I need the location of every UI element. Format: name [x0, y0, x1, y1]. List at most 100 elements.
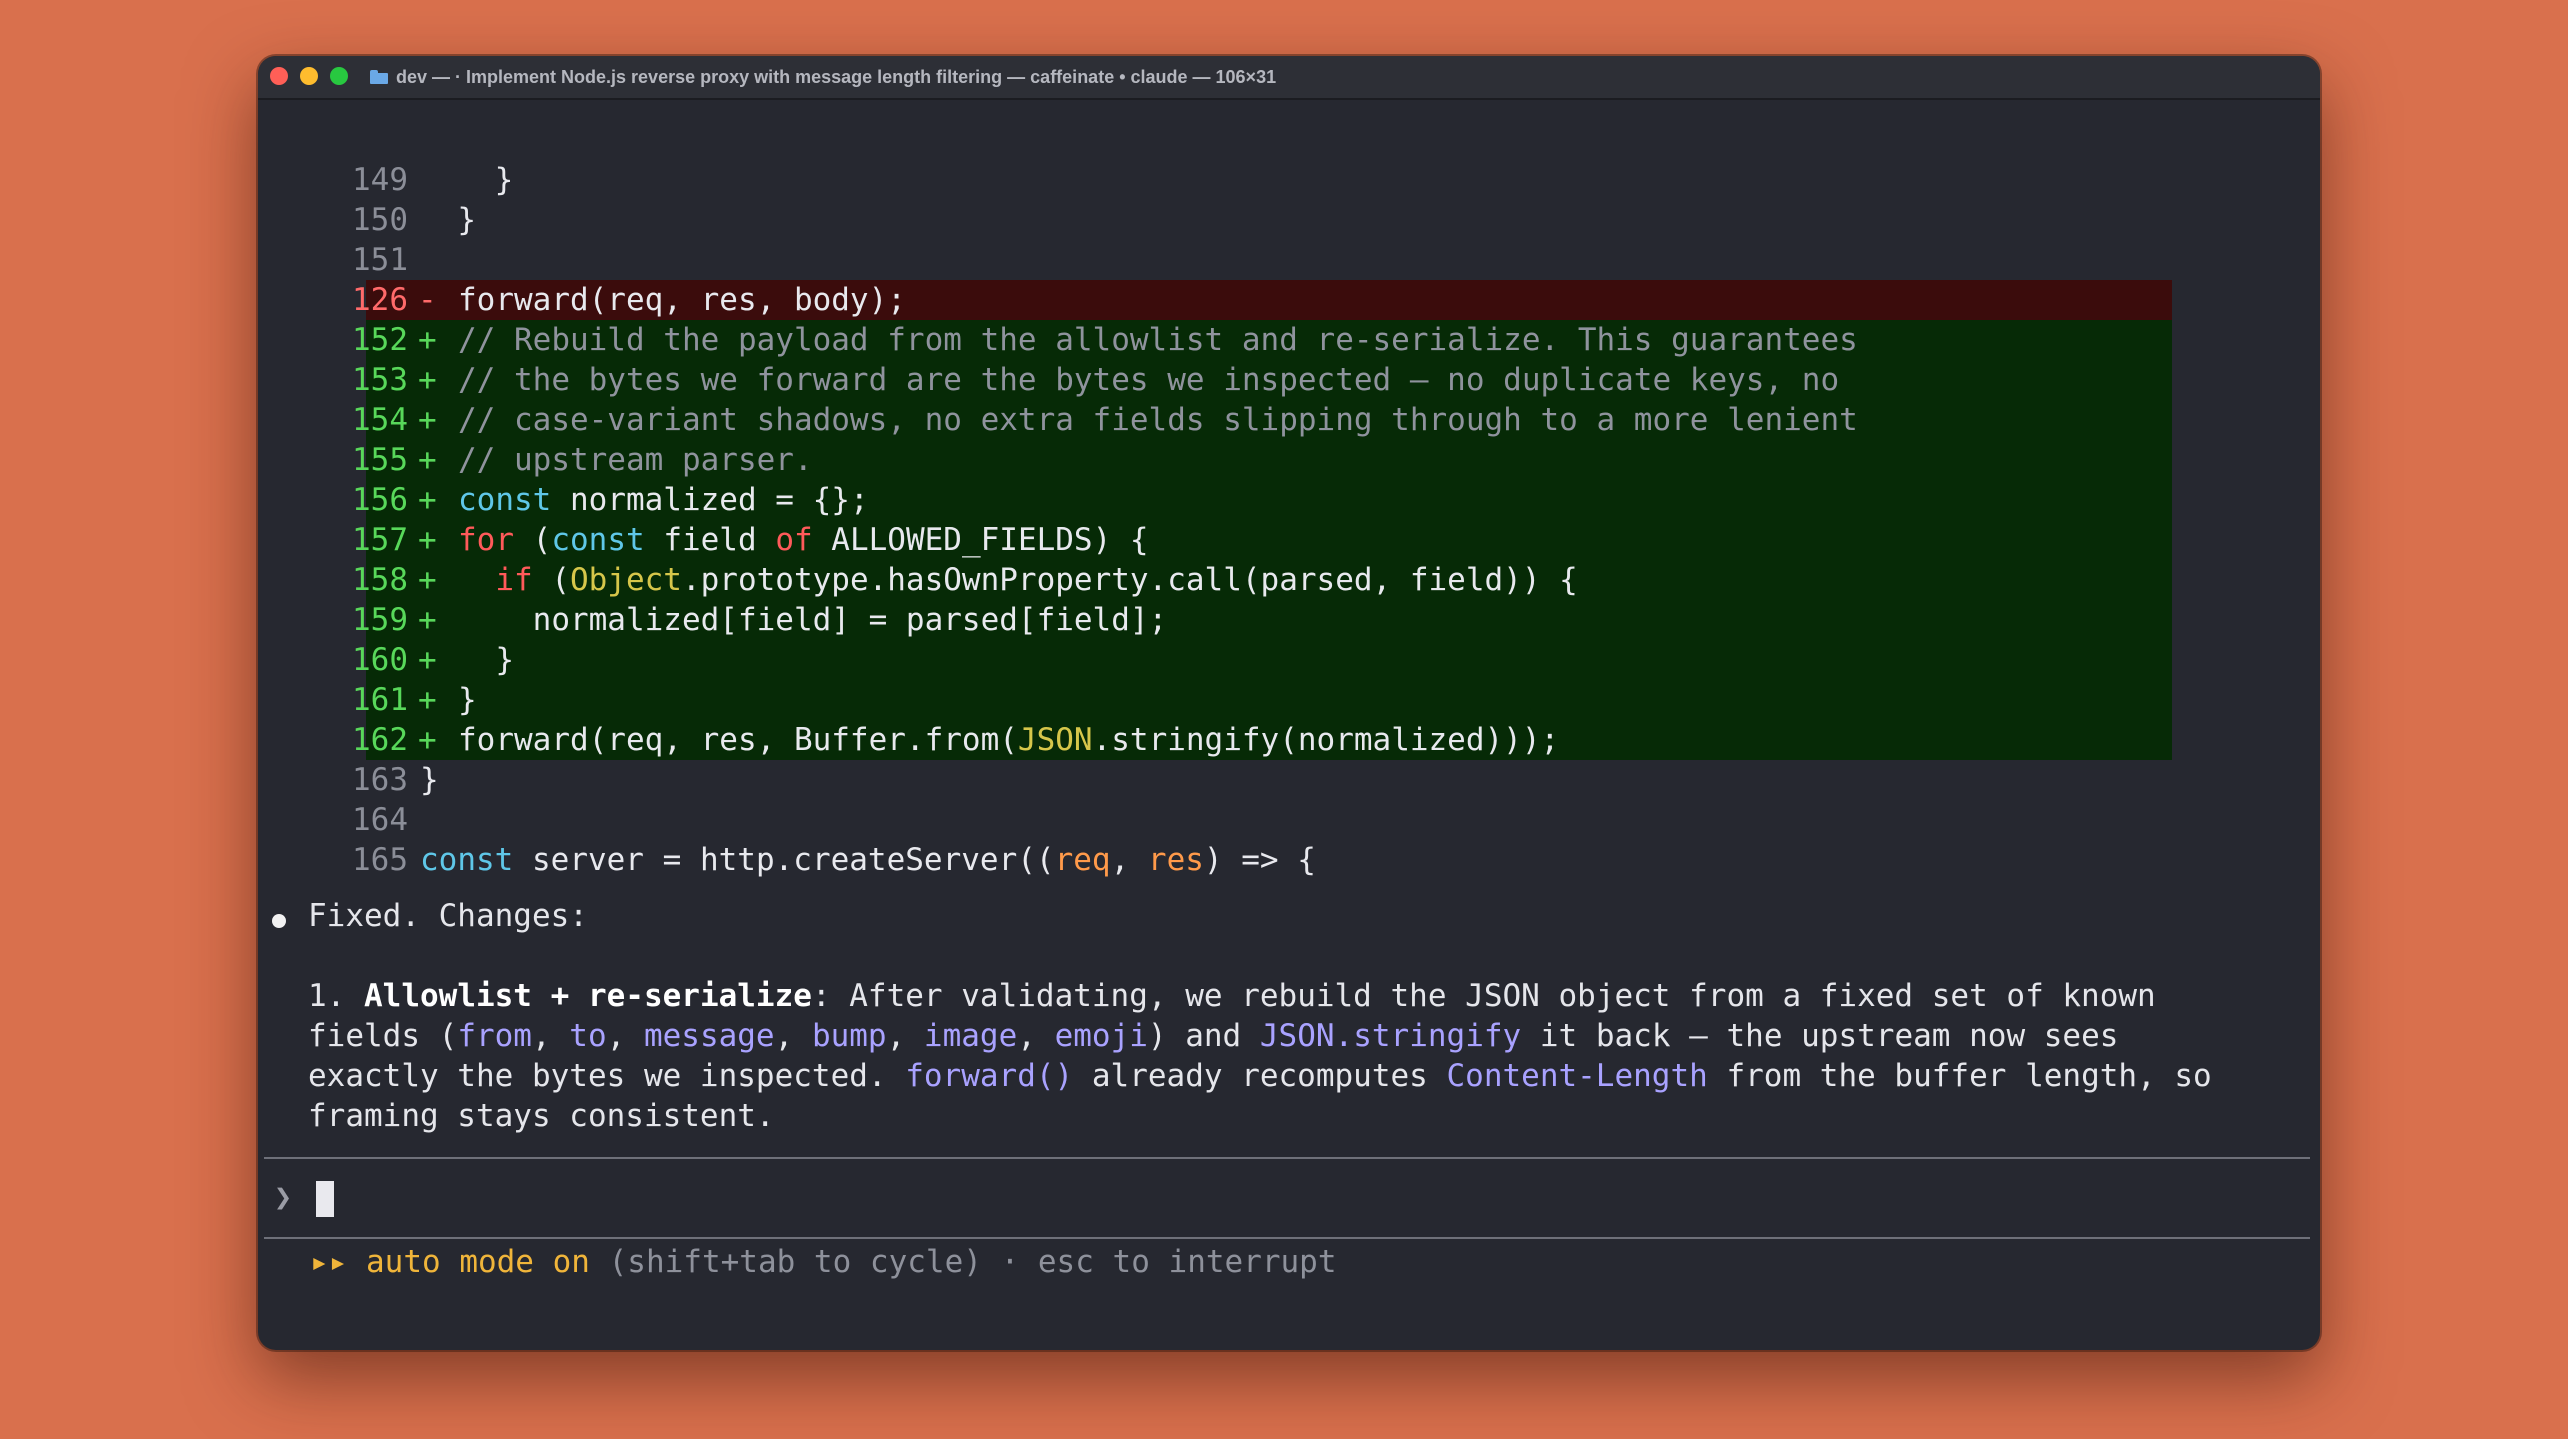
code-token: normalized[field] = parsed[field]; — [458, 602, 1168, 638]
code-token: field — [644, 522, 776, 558]
line-number: 163 — [352, 762, 408, 798]
code-text: forward(req, res, Buffer.from(JSON.strin… — [458, 720, 1559, 760]
diff-line-removed: 126- forward(req, res, body); — [352, 280, 2172, 320]
diff-line-context: 149 } — [352, 160, 2172, 200]
code-token: } — [420, 162, 514, 198]
code-token: Object — [569, 562, 682, 598]
bold-text: Allowlist + re-serialize — [364, 978, 812, 1014]
code-token: JSON — [1017, 722, 1093, 758]
diff-line-added: 152 + // Rebuild the payload from the allo… — [352, 320, 2172, 360]
message-line-text: framing stays consistent. — [308, 1096, 775, 1136]
line-number: 126 — [352, 282, 408, 318]
diff-sign: + — [418, 442, 437, 478]
code-token: server = http.createServer(( — [513, 842, 1055, 878]
diff-sign: + — [418, 522, 437, 558]
diff-line-added: 158 + if (Object.prototype.hasOwnProperty… — [352, 560, 2172, 600]
code-token: normalized = {}; — [551, 482, 869, 518]
line-number: 152 — [352, 322, 408, 358]
code-token: } — [458, 682, 477, 718]
message-line-text: 1. Allowlist + re-serialize: After valid… — [308, 976, 2156, 1016]
diff-sign: + — [418, 682, 437, 718]
inline-code: bump — [811, 1018, 887, 1054]
code-token: forward(req, res, Buffer.from( — [458, 722, 1018, 758]
diff-line-added: 153 + // the bytes we forward are the byte… — [352, 360, 2172, 400]
diff-line-context: 164 — [352, 800, 2172, 840]
code-text: const normalized = {}; — [458, 480, 869, 520]
close-window-button[interactable] — [270, 67, 288, 85]
inline-code: forward() — [905, 1058, 1074, 1094]
inline-code: from — [457, 1018, 532, 1054]
diff-sign: + — [418, 602, 437, 638]
inline-code: emoji — [1054, 1018, 1148, 1054]
code-token: ( — [532, 562, 570, 598]
diff-sign: + — [418, 362, 437, 398]
message-text: already recomputes — [1073, 1058, 1447, 1094]
diff-line-added: 160 + } — [352, 640, 2172, 680]
mode-hint: (shift+tab to cycle) · esc to interrupt — [589, 1244, 1337, 1280]
code-token: ) => { — [1203, 842, 1316, 878]
window-title-text: dev — · Implement Node.js reverse proxy … — [396, 66, 1277, 87]
line-number: 154 — [352, 402, 408, 438]
code-token: } — [420, 762, 439, 798]
zoom-window-button[interactable] — [330, 67, 348, 85]
prompt-divider-bottom — [264, 1237, 2310, 1239]
diff-sign: + — [418, 642, 437, 678]
line-number: 162 — [352, 722, 408, 758]
diff-line-added: 157 + for (const field of ALLOWED_FIELDS) … — [352, 520, 2172, 560]
code-text: for (const field of ALLOWED_FIELDS) { — [458, 520, 1149, 560]
message-text: , — [531, 1018, 570, 1054]
code-token: // upstream parser. — [458, 442, 813, 478]
diff-sign: + — [418, 402, 437, 438]
message-text: exactly the bytes we inspected. — [308, 1058, 906, 1094]
code-text: // the bytes we forward are the bytes we… — [458, 360, 1839, 400]
code-token: forward(req, res, body); — [458, 282, 906, 318]
code-text: forward(req, res, body); — [458, 280, 906, 320]
message-text: , — [1017, 1018, 1055, 1054]
inline-code: to — [569, 1018, 607, 1054]
code-token: ALLOWED_FIELDS) { — [812, 522, 1149, 558]
code-text: if (Object.prototype.hasOwnProperty.call… — [458, 560, 1578, 600]
line-number: 159 — [352, 602, 408, 638]
diff-sign: + — [418, 322, 437, 358]
diff-line-added: 156 + const normalized = {}; — [352, 480, 2172, 520]
code-token: const — [420, 842, 514, 878]
inline-code: message — [643, 1018, 775, 1054]
message-text: 1. — [308, 978, 364, 1014]
message-line-text: fields (from, to, message, bump, image, … — [308, 1016, 2118, 1056]
line-number: 157 — [352, 522, 408, 558]
terminal-window: dev — · Implement Node.js reverse proxy … — [258, 56, 2320, 1350]
diff-line-added: 154 + // case-variant shadows, no extra fi… — [352, 400, 2172, 440]
code-token: } — [420, 202, 476, 238]
code-token: // the bytes we forward are the bytes we… — [458, 362, 1840, 398]
code-token: const — [458, 482, 552, 518]
code-token: for — [458, 522, 514, 558]
message-text: from the buffer length, so — [1707, 1058, 2212, 1094]
code-text: } — [420, 160, 514, 200]
minimize-window-button[interactable] — [300, 67, 318, 85]
auto-mode-label: auto mode on — [366, 1244, 590, 1280]
code-token: if — [495, 562, 533, 598]
message-text: ) and — [1147, 1018, 1260, 1054]
code-text: } — [458, 680, 477, 720]
line-number: 164 — [352, 802, 408, 838]
line-number: 160 — [352, 642, 408, 678]
line-number: 161 — [352, 682, 408, 718]
line-number: 155 — [352, 442, 408, 478]
diff-line-added: 155 + // upstream parser. — [352, 440, 2172, 480]
code-token: req — [1054, 842, 1111, 878]
diff-line-added: 161 +} — [352, 680, 2172, 720]
prompt-input[interactable]: ❯ — [266, 1177, 2306, 1219]
code-token: of — [775, 522, 813, 558]
line-number: 165 — [352, 842, 408, 878]
diff-line-context: 163} — [352, 760, 2172, 800]
inline-code: JSON.stringify — [1259, 1018, 1522, 1054]
code-token: ( — [514, 522, 552, 558]
diff-sign: + — [418, 482, 437, 518]
line-number: 150 — [352, 202, 408, 238]
fast-forward-icon: ▸▸ — [310, 1244, 348, 1280]
message-text: : After validating, we rebuild the JSON … — [811, 978, 2156, 1014]
message-heading: Fixed. Changes: — [308, 898, 588, 934]
code-token: const — [551, 522, 645, 558]
message-bullet-icon — [272, 914, 286, 928]
